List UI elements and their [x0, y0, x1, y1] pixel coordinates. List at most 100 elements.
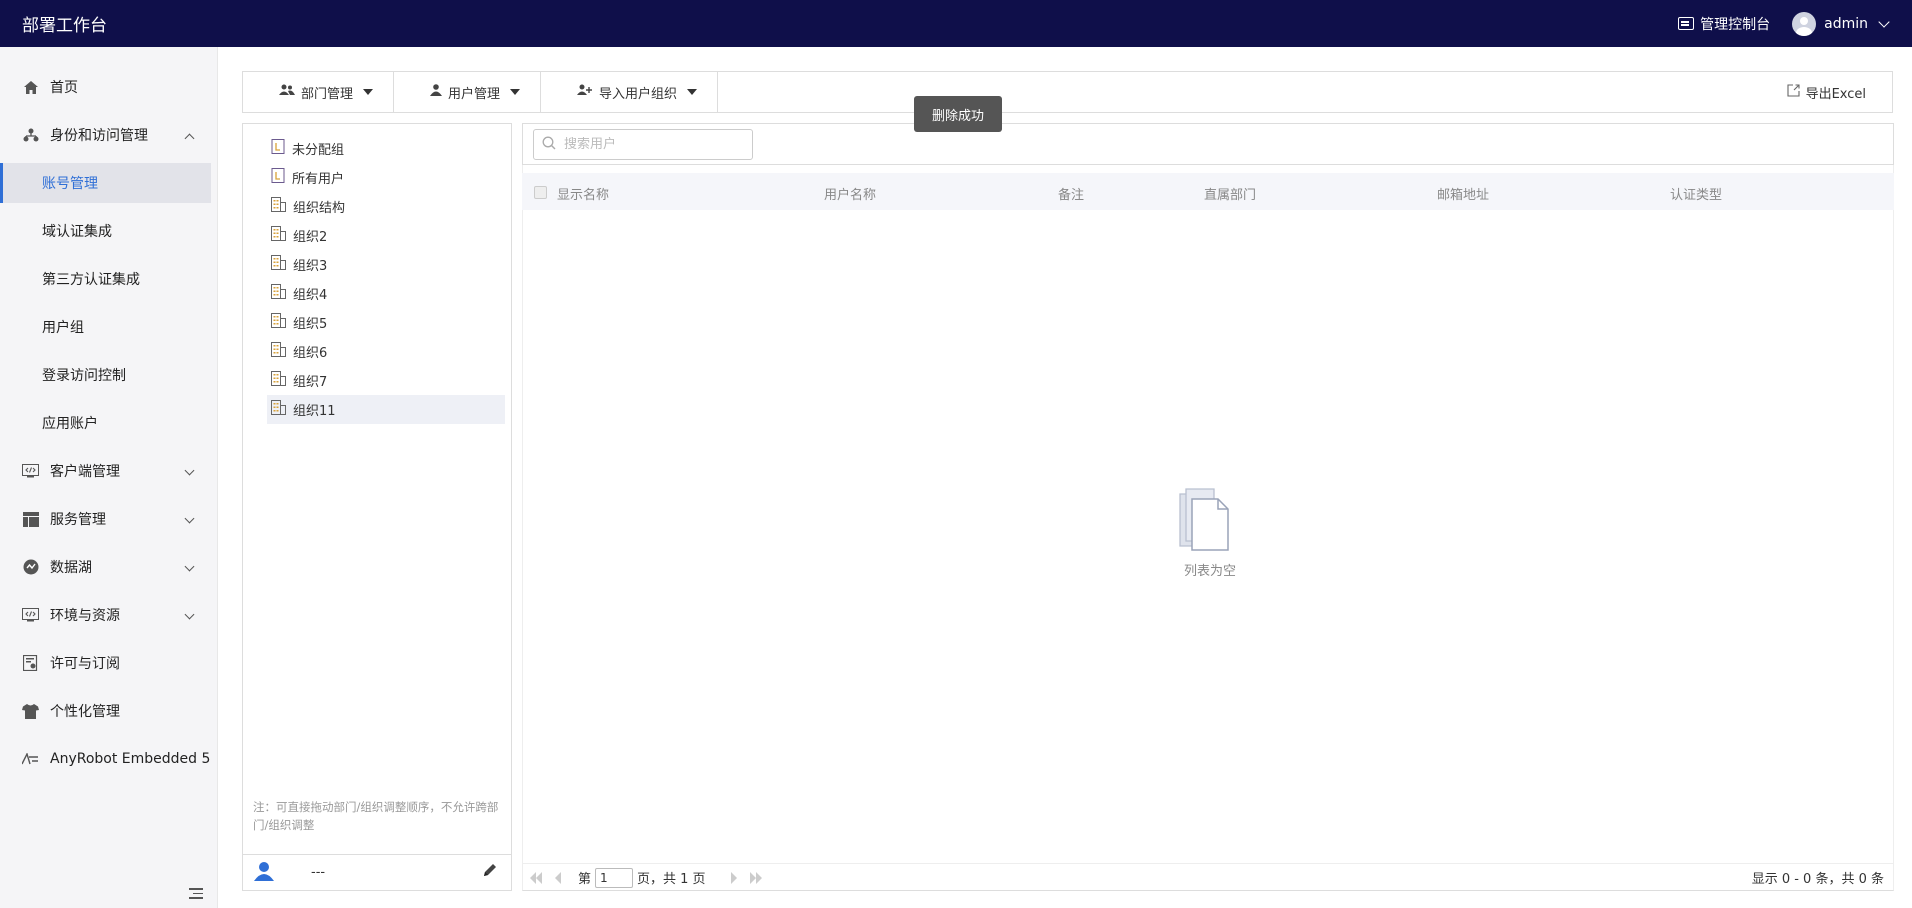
sidebar-subitem-user-group[interactable]: 用户组 — [0, 303, 217, 351]
sidebar-subitem-account[interactable]: 账号管理 — [0, 163, 211, 203]
export-excel-label: 导出Excel — [1805, 86, 1866, 102]
column-header[interactable]: 用户名称 — [824, 184, 876, 203]
next-page-icon[interactable] — [726, 870, 742, 886]
dept-icon — [279, 84, 295, 100]
sidebar-item-label: 服务管理 — [50, 512, 106, 528]
page-suffix: 页，共 1 页 — [637, 872, 706, 887]
sidebar-subitem-third-party-auth[interactable]: 第三方认证集成 — [0, 255, 217, 303]
tree-node-label: 组织6 — [293, 346, 328, 361]
sidebar-item-data-lake[interactable]: 数据湖 — [0, 543, 217, 591]
tree-node-org6[interactable]: 组织6 — [267, 337, 505, 366]
import-user-org-dropdown[interactable]: 导入用户组织 — [541, 72, 719, 112]
prev-page-icon[interactable] — [550, 870, 566, 886]
sidebar-item-label: 身份和访问管理 — [50, 128, 148, 144]
dept-management-dropdown[interactable]: 部门管理 — [243, 72, 395, 112]
tree-node-org2[interactable]: 组织2 — [267, 221, 505, 250]
user-menu[interactable]: admin — [1792, 11, 1890, 36]
sidebar-item-label: 环境与资源 — [50, 608, 120, 624]
org-icon — [22, 127, 39, 144]
code-window-icon — [22, 463, 39, 480]
tree-node-label: 组织7 — [293, 375, 328, 390]
sidebar-item-client[interactable]: 客户端管理 — [0, 447, 217, 495]
tree-node-label: 组织4 — [293, 288, 328, 303]
sidebar-subitem-login-access[interactable]: 登录访问控制 — [0, 351, 217, 399]
sidebar-item-label: 许可与订阅 — [50, 656, 120, 672]
tree-node-org3[interactable]: 组织3 — [267, 250, 505, 279]
building-icon — [271, 226, 286, 245]
anyrobot-icon — [22, 751, 39, 768]
chevron-down-icon — [1878, 15, 1890, 28]
tree-node-org4[interactable]: 组织4 — [267, 279, 505, 308]
user-management-dropdown[interactable]: 用户管理 — [394, 72, 542, 112]
sidebar: 首页 身份和访问管理 账号管理 域认证集成 第三方认证集成 用户组 登录访问控制… — [0, 47, 218, 908]
first-page-icon[interactable] — [528, 870, 544, 886]
tree-node-all-users[interactable]: 所有用户 — [267, 163, 505, 192]
avatar-icon — [1792, 11, 1817, 36]
building-icon — [271, 342, 286, 361]
user-manager-icon — [253, 861, 275, 885]
search-input[interactable] — [564, 137, 734, 152]
sidebar-subitem-app-account[interactable]: 应用账户 — [0, 399, 217, 447]
building-icon — [271, 284, 286, 303]
sidebar-item-service[interactable]: 服务管理 — [0, 495, 217, 543]
chevron-down-icon — [184, 465, 195, 476]
tree-node-label: 组织11 — [293, 404, 336, 419]
page-number-input[interactable] — [595, 867, 634, 888]
sidebar-item-license[interactable]: 许可与订阅 — [0, 639, 217, 687]
console-link[interactable]: 管理控制台 — [1678, 14, 1770, 34]
tree-node-org11[interactable]: 组织11 — [267, 395, 505, 424]
toolbar: 部门管理 用户管理 导入用户组织 导出Excel — [242, 71, 1893, 113]
column-header[interactable]: 认证类型 — [1670, 184, 1722, 203]
sidebar-item-env-resource[interactable]: 环境与资源 — [0, 591, 217, 639]
tree-footer-value: --- — [311, 865, 326, 880]
page-prefix: 第 — [578, 872, 592, 887]
tree-node-org-structure[interactable]: 组织结构 — [267, 192, 505, 221]
chevron-down-icon — [184, 513, 195, 524]
org-tree-panel: 未分配组 所有用户 组织结构 组织2 组织3 组织4 组织5 组织6 组织7 组… — [242, 123, 512, 891]
empty-list-icon — [1178, 486, 1240, 556]
sidebar-item-iam[interactable]: 身份和访问管理 — [0, 111, 217, 159]
select-all-checkbox[interactable] — [534, 186, 547, 199]
user-icon — [430, 84, 443, 100]
tree-node-label: 未分配组 — [292, 143, 345, 158]
edit-pencil-icon[interactable] — [482, 863, 497, 882]
group-icon — [271, 139, 285, 158]
code-window-icon — [22, 607, 39, 624]
sidebar-item-label: 客户端管理 — [50, 464, 120, 480]
sidebar-subitem-domain-auth[interactable]: 域认证集成 — [0, 207, 217, 255]
last-page-icon[interactable] — [748, 870, 764, 886]
column-header[interactable]: 直属部门 — [1204, 184, 1256, 203]
sidebar-item-label: 个性化管理 — [50, 704, 120, 720]
tree-node-label: 组织3 — [293, 259, 328, 274]
console-icon — [1678, 17, 1695, 30]
tree-node-org7[interactable]: 组织7 — [267, 366, 505, 395]
building-icon — [271, 400, 286, 419]
user-management-label: 用户管理 — [448, 86, 501, 102]
empty-list-label: 列表为空 — [1183, 564, 1236, 579]
export-excel-button[interactable]: 导出Excel — [1787, 83, 1866, 102]
sidebar-item-anyrobot[interactable]: AnyRobot Embedded 5 — [0, 735, 217, 783]
sidebar-item-label: AnyRobot Embedded 5 — [50, 751, 211, 767]
chevron-up-icon — [184, 133, 195, 144]
sidebar-item-home[interactable]: 首页 — [0, 63, 217, 111]
tshirt-icon — [22, 703, 39, 720]
building-icon — [271, 255, 286, 274]
collapse-sidebar-icon[interactable] — [189, 888, 203, 900]
tree-node-unassigned[interactable]: 未分配组 — [267, 134, 505, 163]
console-label: 管理控制台 — [1700, 16, 1771, 33]
column-header[interactable]: 显示名称 — [557, 184, 609, 203]
sidebar-item-personalization[interactable]: 个性化管理 — [0, 687, 217, 735]
export-icon — [1787, 83, 1800, 101]
top-bar-right: 管理控制台 admin — [1678, 11, 1890, 36]
table-header: 显示名称 用户名称 备注 直属部门 邮箱地址 认证类型 — [522, 173, 1894, 210]
import-user-org-label: 导入用户组织 — [599, 86, 678, 102]
sidebar-item-label: 首页 — [50, 80, 78, 96]
tree-node-label: 组织结构 — [293, 201, 346, 216]
tree-node-org5[interactable]: 组织5 — [267, 308, 505, 337]
tree-footer: --- — [243, 854, 511, 890]
layout-icon — [22, 511, 39, 528]
user-import-icon — [577, 84, 593, 100]
column-header[interactable]: 邮箱地址 — [1437, 184, 1489, 203]
column-header[interactable]: 备注 — [1058, 184, 1084, 203]
